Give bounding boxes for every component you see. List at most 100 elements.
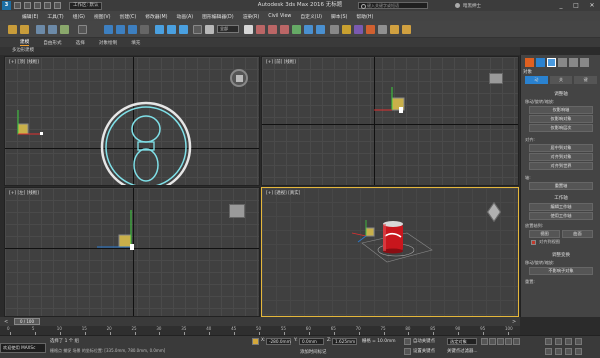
window-crossing-icon[interactable] [140,25,149,34]
rollout-adjust-pivot[interactable]: 调整轴 [523,91,599,97]
menu-help[interactable]: 帮助(H) [356,13,373,20]
maximize-viewport-icon[interactable] [575,348,582,355]
viewport-perspective[interactable]: [+] [透视] [真实] [261,187,519,317]
pivot-center-icon[interactable] [205,25,214,34]
affect-pivot-only-button[interactable]: 仅影响轴 [529,106,593,114]
time-slider-next-icon[interactable]: > [512,319,516,325]
reference-coordinate-dropdown[interactable] [193,25,202,34]
menu-group[interactable]: 组(G) [73,13,85,20]
display-tab-icon[interactable] [569,58,578,67]
subtab-ik[interactable]: 关 [549,76,573,84]
tab-object-paint[interactable]: 对象绘制 [99,40,117,46]
selection-lock-icon[interactable] [252,338,259,345]
pan-view-icon[interactable] [555,348,562,355]
time-slider-thumb[interactable]: 0 / 100 [14,318,40,325]
auto-key-label[interactable]: 自动关键点 [413,338,435,344]
undo-icon[interactable] [44,2,51,9]
key-mode-dropdown[interactable]: 选定对象 [447,338,477,345]
zoom-extents-all-icon[interactable] [575,338,582,345]
select-move-icon[interactable] [155,25,164,34]
viewport-label[interactable]: [+] [顶] [线框] [9,59,39,65]
curve-editor-icon[interactable] [342,25,351,34]
align-to-view-checkbox[interactable] [531,240,536,245]
center-to-object-button[interactable]: 居中到对象 [529,144,593,152]
select-scale-icon[interactable] [179,25,188,34]
select-rotate-icon[interactable] [167,25,176,34]
rollout-working-pivot[interactable]: 工作轴 [523,195,599,201]
utilities-tab-icon[interactable] [580,58,589,67]
viewport-label[interactable]: [+] [左] [线框] [9,190,39,196]
affect-object-only-button[interactable]: 仅影响对象 [529,115,593,123]
menu-animation[interactable]: 动画(A) [177,13,194,20]
object-name-field[interactable]: 对象 [523,69,599,75]
material-editor-icon[interactable] [366,25,375,34]
user-area[interactable]: 暗黑绅士 [455,1,481,10]
viewport-top[interactable]: [+] [顶] [线框] [4,56,260,186]
previous-frame-icon[interactable] [489,338,496,345]
edit-working-pivot-button[interactable]: 编辑工作轴 [529,203,593,211]
snaps-toggle-icon[interactable] [256,25,265,34]
scene-explorer-icon[interactable] [330,25,339,34]
tab-freeform[interactable]: 自由形式 [43,40,61,46]
undo-icon[interactable] [8,25,17,34]
select-manipulate-icon[interactable] [244,25,253,34]
y-coord-field[interactable]: 0.0mm [299,338,324,345]
place-pivot-surface-button[interactable]: 曲面 [562,230,593,238]
use-working-pivot-button[interactable]: 使用工作轴 [529,212,593,220]
align-to-world-button[interactable]: 对齐到世界 [529,162,593,170]
spinner-snap-icon[interactable] [292,25,301,34]
maximize-button[interactable]: □ [569,0,583,11]
close-button[interactable]: ✕ [585,0,599,11]
add-time-tag-button[interactable]: 添加时间标记 [300,349,326,355]
menu-modifiers[interactable]: 修改器(M) [145,13,167,20]
mirror-icon[interactable] [304,25,313,34]
modify-tab-icon[interactable] [536,58,545,67]
time-slider-prev-icon[interactable]: < [4,319,8,325]
named-selection-set[interactable]: 全部 [217,25,239,33]
dont-affect-children-button[interactable]: 不影响子对象 [529,267,593,275]
schematic-view-icon[interactable] [354,25,363,34]
subtab-pivot[interactable]: 动 [525,76,548,84]
select-by-name-icon[interactable] [116,25,125,34]
orbit-icon[interactable] [565,348,572,355]
auto-key-icon[interactable] [404,338,411,345]
menu-edit[interactable]: 编辑(E) [22,13,38,20]
tab-selection[interactable]: 选择 [76,40,85,46]
menu-scripting[interactable]: 脚本(S) [331,13,347,20]
next-frame-icon[interactable] [505,338,512,345]
tab-modeling[interactable]: 建模 [20,39,30,46]
new-file-icon[interactable] [14,2,21,9]
minimize-button[interactable]: _ [554,0,568,11]
render-production-icon[interactable] [402,25,411,34]
menu-rendering[interactable]: 渲染(R) [243,13,260,20]
select-object-icon[interactable] [104,25,113,34]
menu-customize[interactable]: 自定义(U) [300,13,322,20]
viewcube-icon[interactable] [230,69,248,87]
viewcube-icon[interactable] [229,204,245,218]
zoom-all-icon[interactable] [555,338,562,345]
play-icon[interactable] [497,338,504,345]
create-tab-icon[interactable] [525,58,534,67]
align-to-object-button[interactable]: 对齐到对象 [529,153,593,161]
angle-snap-icon[interactable] [268,25,277,34]
viewport-label[interactable]: [+] [透视] [真实] [266,190,300,196]
time-slider[interactable]: 0 / 100 < > [0,317,520,326]
rectangular-selection-icon[interactable] [128,25,137,34]
workspace-dropdown[interactable]: 工作区: 默认 [69,1,103,10]
hierarchy-tab-icon[interactable] [547,58,556,67]
redo-icon[interactable] [20,25,29,34]
set-key-label[interactable]: 设置关键点 [413,348,435,354]
redo-icon[interactable] [54,2,61,9]
ribbon-panel-label[interactable]: 多边形建模 [0,47,520,55]
field-of-view-icon[interactable] [545,348,552,355]
go-to-end-icon[interactable] [513,338,520,345]
bind-space-warp-icon[interactable] [60,25,69,34]
menu-views[interactable]: 视图(V) [94,13,111,20]
viewcube-icon[interactable] [487,69,505,87]
reset-pivot-button[interactable]: 重置轴 [529,182,593,190]
unlink-icon[interactable] [48,25,57,34]
render-setup-icon[interactable] [378,25,387,34]
rollout-adjust-transform[interactable]: 调整变换 [523,252,599,258]
viewport-left[interactable]: [+] [左] [线框] [4,187,260,317]
zoom-extents-icon[interactable] [565,338,572,345]
